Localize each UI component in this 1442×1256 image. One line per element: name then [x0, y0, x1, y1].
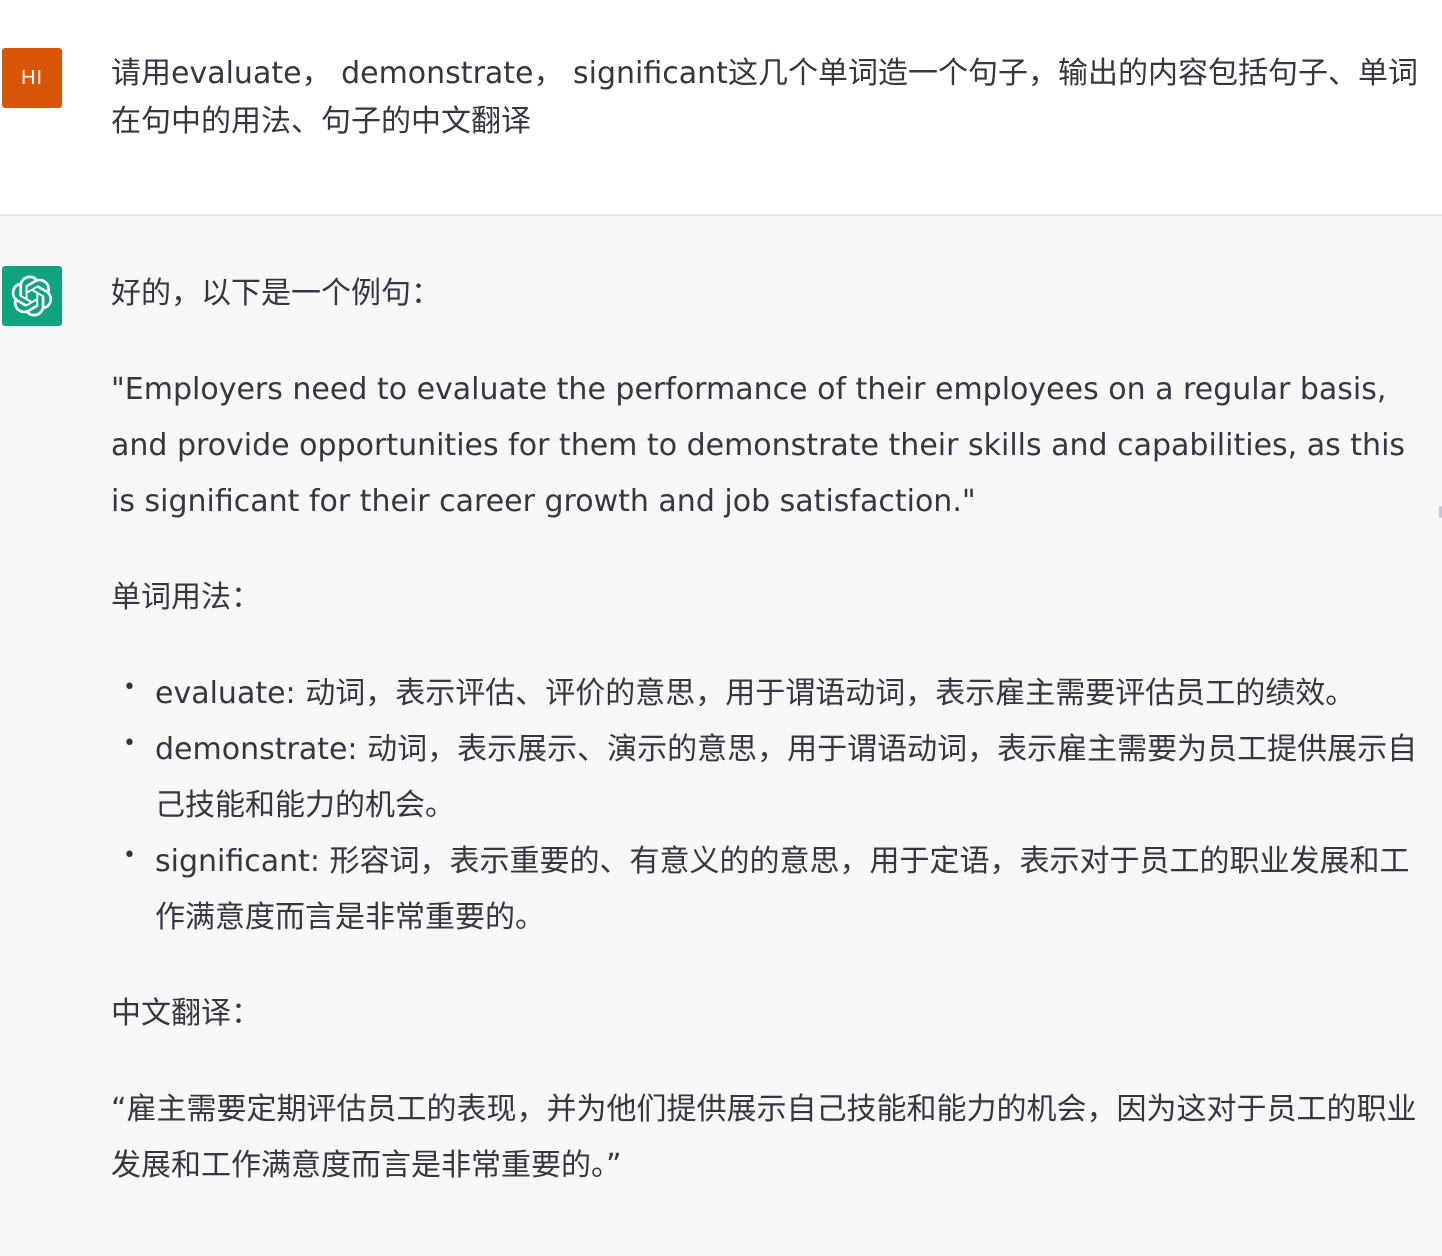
usage-item-demonstrate: • demonstrate: 动词，表示展示、演示的意思，用于谓语动词，表示雇主… — [111, 722, 1421, 834]
list-bullet: • — [123, 731, 136, 756]
example-sentence: "Employers need to evaluate the performa… — [111, 372, 1406, 519]
assistant-intro: 好的，以下是一个例句： — [111, 276, 441, 311]
assistant-message-row: 好的，以下是一个例句： "Employers need to evaluate … — [0, 216, 1442, 1256]
usage-item-significant: • significant: 形容词，表示重要的、有意义的的意思，用于定语，表示… — [111, 834, 1421, 946]
usage-item-text: evaluate: 动词，表示评估、评价的意思，用于谓语动词，表示雇主需要评估员… — [155, 676, 1356, 711]
list-bullet: • — [123, 675, 136, 700]
list-bullet: • — [123, 843, 136, 868]
openai-logo-icon — [11, 275, 53, 317]
user-message-text: 请用evaluate， demonstrate， significant这几个单… — [111, 56, 1418, 139]
chat-page: HI 请用evaluate， demonstrate， significant这… — [0, 0, 1442, 1256]
chinese-translation: “雇主需要定期评估员工的表现，并为他们提供展示自己技能和能力的机会，因为这对于员… — [111, 1092, 1417, 1183]
usage-item-text: demonstrate: 动词，表示展示、演示的意思，用于谓语动词，表示雇主需要… — [155, 732, 1418, 823]
translation-heading: 中文翻译： — [111, 996, 261, 1031]
usage-list: • evaluate: 动词，表示评估、评价的意思，用于谓语动词，表示雇主需要评… — [111, 666, 1421, 946]
assistant-avatar — [2, 266, 62, 326]
user-message-row: HI 请用evaluate， demonstrate， significant这… — [0, 0, 1442, 216]
usage-item-evaluate: • evaluate: 动词，表示评估、评价的意思，用于谓语动词，表示雇主需要评… — [111, 666, 1421, 722]
usage-heading: 单词用法： — [111, 580, 261, 615]
usage-item-text: significant: 形容词，表示重要的、有意义的的意思，用于定语，表示对于… — [155, 844, 1410, 935]
assistant-message-body: 好的，以下是一个例句： "Employers need to evaluate … — [111, 266, 1421, 1194]
user-avatar-initials: HI — [21, 66, 43, 89]
user-avatar: HI — [2, 48, 62, 108]
